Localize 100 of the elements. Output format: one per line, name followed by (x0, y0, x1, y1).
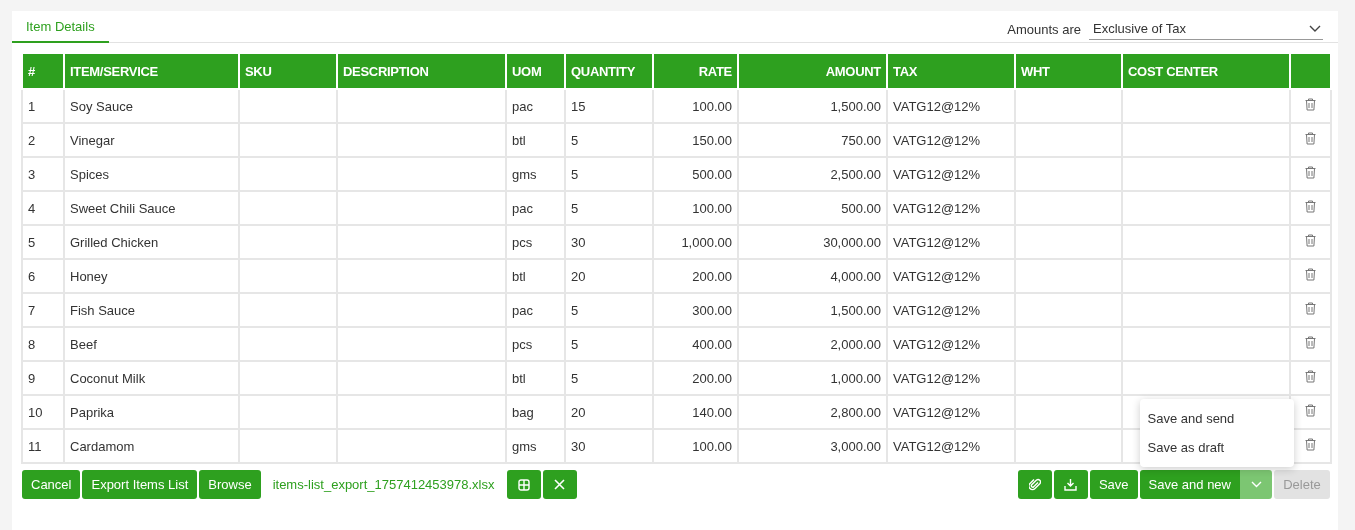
save-button[interactable]: Save (1089, 470, 1138, 499)
column-header: ITEM/SERVICE (64, 53, 239, 89)
table-cell: VATG12@12% (887, 123, 1015, 157)
table-cell: Honey (64, 259, 239, 293)
table-cell: 200.00 (653, 361, 738, 395)
action-button[interactable]: Browse (199, 470, 261, 499)
table-cell: Coconut Milk (64, 361, 239, 395)
table-cell: Grilled Chicken (64, 225, 239, 259)
table-cell: 4 (22, 191, 64, 225)
column-header: COST CENTER (1122, 53, 1290, 89)
save-and-new-button[interactable]: Save and new (1139, 470, 1240, 499)
table-cell: 20 (565, 259, 653, 293)
table-cell: 1 (22, 89, 64, 123)
table-cell: VATG12@12% (887, 293, 1015, 327)
table-cell: 150.00 (653, 123, 738, 157)
table-cell: Vinegar (64, 123, 239, 157)
table-cell: 10 (22, 395, 64, 429)
tax-select[interactable]: Exclusive of Tax (1089, 19, 1323, 40)
grid-button[interactable] (506, 470, 541, 499)
close-button[interactable] (542, 470, 577, 499)
table-cell: gms (506, 157, 565, 191)
table-cell: 140.00 (653, 395, 738, 429)
trash-icon[interactable] (1305, 166, 1316, 179)
menu-item[interactable]: Save as draft (1139, 433, 1294, 462)
table-cell: 3 (22, 157, 64, 191)
column-header: RATE (653, 53, 738, 89)
trash-icon[interactable] (1305, 336, 1316, 349)
table-cell: 4,000.00 (738, 259, 887, 293)
action-button[interactable]: Export Items List (82, 470, 198, 499)
table-cell: 750.00 (738, 123, 887, 157)
table-cell: 3,000.00 (738, 429, 887, 463)
dropdown-toggle[interactable] (1240, 470, 1272, 499)
table-cell: VATG12@12% (887, 395, 1015, 429)
table-cell: VATG12@12% (887, 259, 1015, 293)
table-cell: 100.00 (653, 429, 738, 463)
caret-icon (1250, 481, 1262, 488)
table-cell: Paprika (64, 395, 239, 429)
trash-icon[interactable] (1305, 438, 1316, 451)
table-cell: Fish Sauce (64, 293, 239, 327)
trash-icon[interactable] (1305, 234, 1316, 247)
table-cell: 20 (565, 395, 653, 429)
column-header: # (22, 53, 64, 89)
table-cell: VATG12@12% (887, 89, 1015, 123)
trash-icon[interactable] (1305, 370, 1316, 383)
table-cell: VATG12@12% (887, 191, 1015, 225)
table-cell: pac (506, 293, 565, 327)
trash-icon[interactable] (1305, 98, 1316, 111)
table-cell: 7 (22, 293, 64, 327)
trash-icon[interactable] (1305, 302, 1316, 315)
table-cell: 300.00 (653, 293, 738, 327)
table-cell: 1,500.00 (738, 293, 887, 327)
attach-button[interactable] (1017, 470, 1052, 499)
trash-icon[interactable] (1305, 132, 1316, 145)
action-button[interactable]: Cancel (22, 470, 81, 499)
table-cell: 15 (565, 89, 653, 123)
grid-icon (517, 478, 530, 491)
table-cell: Cardamom (64, 429, 239, 463)
table-cell: bag (506, 395, 565, 429)
table-cell: VATG12@12% (887, 157, 1015, 191)
table-cell: 1,000.00 (738, 361, 887, 395)
trash-icon[interactable] (1305, 200, 1316, 213)
table-cell: 5 (565, 123, 653, 157)
table-cell: Beef (64, 327, 239, 361)
table-cell: 2,800.00 (738, 395, 887, 429)
table-cell: Spices (64, 157, 239, 191)
paperclip-icon (1028, 478, 1041, 491)
trash-icon[interactable] (1305, 404, 1316, 417)
chevron-icon (1309, 24, 1321, 33)
table-cell: 30 (565, 225, 653, 259)
table-cell: btl (506, 361, 565, 395)
close-icon (554, 479, 565, 490)
table-cell: 2 (22, 123, 64, 157)
download-button[interactable] (1053, 470, 1088, 499)
table-cell: 5 (565, 327, 653, 361)
table-cell: 11 (22, 429, 64, 463)
table-cell: btl (506, 123, 565, 157)
details-tab[interactable]: Item Details (12, 19, 109, 43)
table-cell: 30 (565, 429, 653, 463)
column-header: QUANTITY (565, 53, 653, 89)
table-cell: 2,500.00 (738, 157, 887, 191)
column-header: UOM (506, 53, 565, 89)
column-header: DESCRIPTION (337, 53, 506, 89)
table-cell: VATG12@12% (887, 429, 1015, 463)
table-cell: 5 (565, 293, 653, 327)
table-cell: 6 (22, 259, 64, 293)
menu-item[interactable]: Save and send (1139, 404, 1294, 433)
table-cell: 400.00 (653, 327, 738, 361)
column-header (1290, 53, 1331, 89)
table-cell: btl (506, 259, 565, 293)
table-cell: Sweet Chili Sauce (64, 191, 239, 225)
table-cell: pcs (506, 327, 565, 361)
trash-icon[interactable] (1305, 268, 1316, 281)
table-cell: gms (506, 429, 565, 463)
table-cell: Soy Sauce (64, 89, 239, 123)
table-cell: 100.00 (653, 191, 738, 225)
table-cell: 200.00 (653, 259, 738, 293)
amounts-label: Amounts are (1007, 22, 1081, 37)
table-cell: 500.00 (738, 191, 887, 225)
table-cell: pac (506, 89, 565, 123)
column-header: SKU (239, 53, 337, 89)
